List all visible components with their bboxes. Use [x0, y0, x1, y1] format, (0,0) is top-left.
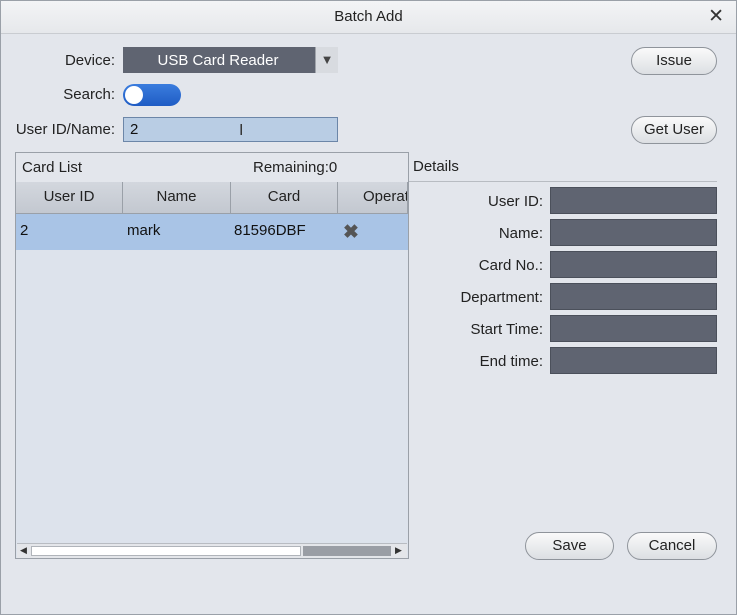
- column-header-operation[interactable]: Operat: [338, 182, 408, 214]
- detail-label-name: Name:: [498, 225, 543, 242]
- search-toggle[interactable]: [123, 84, 181, 106]
- cell-name: mark: [127, 222, 161, 239]
- detail-label-user-id: User ID:: [487, 193, 543, 210]
- search-label: Search:: [63, 86, 115, 103]
- userid-name-label: User ID/Name:: [15, 121, 115, 138]
- chevron-down-icon[interactable]: ▼: [315, 47, 338, 73]
- card-list-header: Card List Remaining:0: [16, 153, 408, 183]
- get-user-button[interactable]: Get User: [631, 116, 717, 144]
- device-select[interactable]: USB Card Reader ▼: [123, 47, 338, 73]
- scroll-left-icon[interactable]: ◀: [20, 545, 27, 556]
- detail-label-end-time: End time:: [479, 353, 543, 370]
- device-select-value: USB Card Reader: [157, 52, 279, 69]
- text-cursor-icon: I: [239, 122, 244, 139]
- details-title: Details: [413, 158, 459, 175]
- detail-field-end-time[interactable]: [550, 347, 717, 374]
- detail-field-department[interactable]: [550, 283, 717, 310]
- scroll-right-icon[interactable]: ▶: [395, 545, 402, 556]
- detail-field-start-time[interactable]: [550, 315, 717, 342]
- userid-name-input[interactable]: 2: [123, 117, 338, 142]
- delete-icon[interactable]: ✖: [343, 221, 359, 244]
- issue-button[interactable]: Issue: [631, 47, 717, 75]
- close-icon[interactable]: ✕: [708, 5, 724, 28]
- title-bar: Batch Add ✕: [1, 1, 736, 34]
- horizontal-scrollbar[interactable]: ◀ ▶: [17, 543, 407, 558]
- detail-label-card-no: Card No.:: [478, 257, 543, 274]
- save-button[interactable]: Save: [525, 532, 614, 560]
- device-label: Device:: [64, 52, 115, 69]
- detail-field-card-no[interactable]: [550, 251, 717, 278]
- column-header-name[interactable]: Name: [123, 182, 231, 214]
- card-list-title: Card List: [22, 159, 83, 176]
- table-row[interactable]: 2 mark 81596DBF ✖: [16, 214, 408, 250]
- detail-label-start-time: Start Time:: [470, 321, 543, 338]
- cancel-button[interactable]: Cancel: [627, 532, 717, 560]
- column-header-user-id[interactable]: User ID: [16, 182, 123, 214]
- dialog-title: Batch Add: [334, 8, 403, 25]
- detail-field-user-id[interactable]: [550, 187, 717, 214]
- cell-card: 81596DBF: [234, 222, 306, 239]
- details-divider: [409, 181, 717, 182]
- toggle-knob: [125, 86, 143, 104]
- detail-label-department: Department:: [460, 289, 543, 306]
- scrollbar-track: [31, 546, 301, 556]
- remaining-count: Remaining:0: [253, 159, 338, 176]
- card-list-panel: Card List Remaining:0 User ID Name Card …: [15, 152, 409, 559]
- detail-field-name[interactable]: [550, 219, 717, 246]
- cell-user-id: 2: [20, 222, 29, 239]
- column-header-card[interactable]: Card: [231, 182, 338, 214]
- scrollbar-thumb[interactable]: [303, 546, 391, 556]
- batch-add-dialog: Batch Add ✕ Device: USB Card Reader ▼ Se…: [0, 0, 737, 615]
